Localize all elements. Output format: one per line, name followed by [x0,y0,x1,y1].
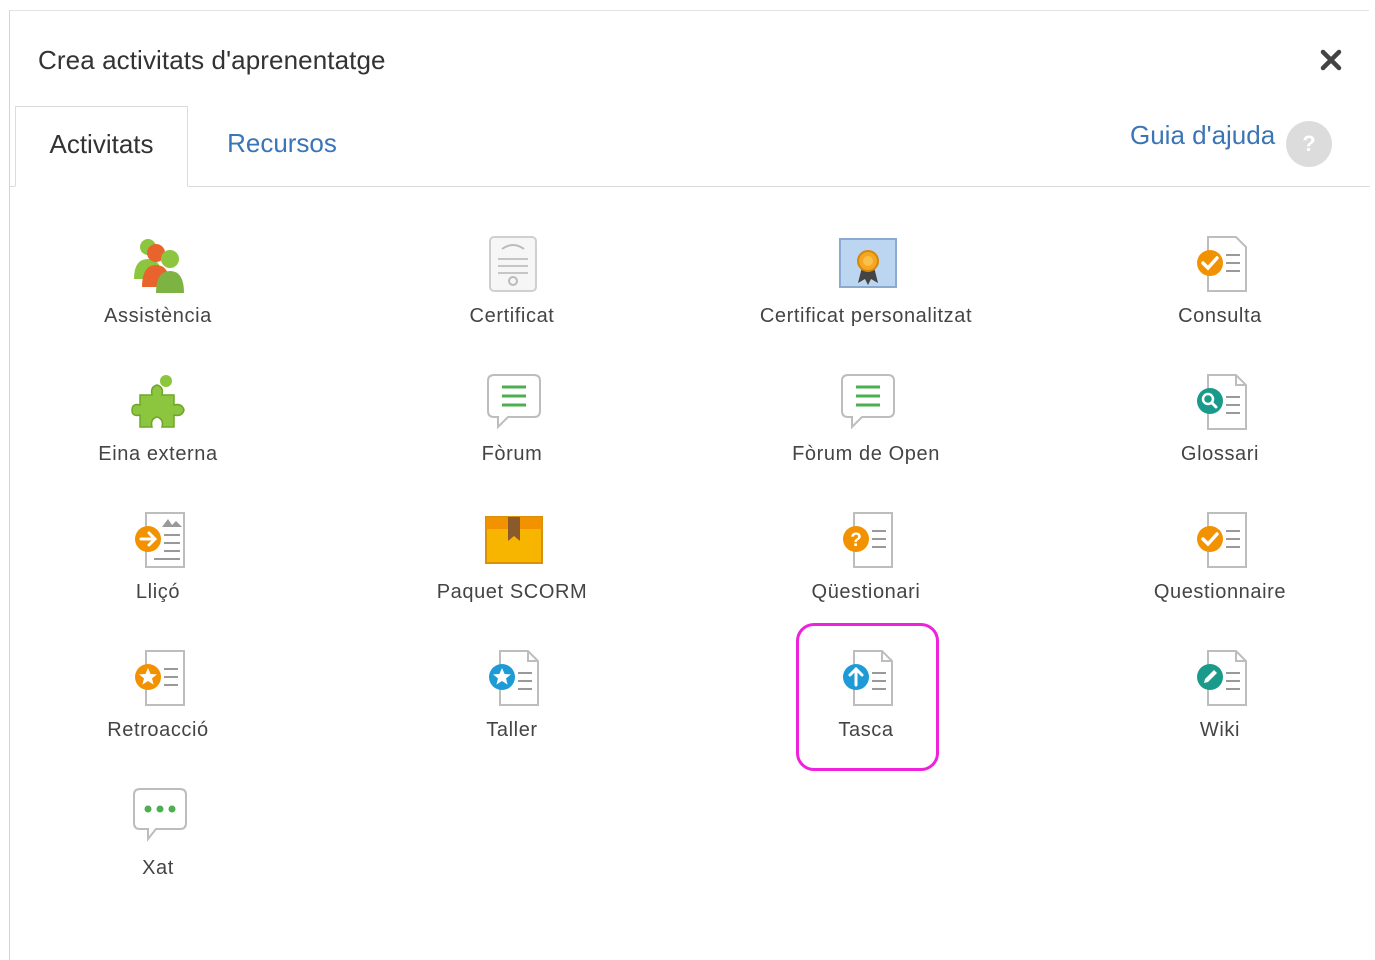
svg-text:?: ? [850,530,862,551]
activity-label: Assistència [104,305,212,327]
external-tool-icon [130,371,190,433]
activity-label: Lliçó [135,581,181,603]
tab-bar: Activitats Recursos Guia d'ajuda ? [10,106,1370,187]
feedback-icon [130,647,190,709]
activity-questionari[interactable]: ? Qüestionari [726,509,1006,639]
attendance-icon [130,233,190,295]
activity-label: Fòrum de Open [792,443,940,465]
activity-xat[interactable]: Xat [18,785,298,915]
activity-eina-externa[interactable]: Eina externa [18,371,298,501]
custom-certificate-icon [838,233,898,295]
glossary-icon [1192,371,1252,433]
activity-label: Questionnaire [1153,581,1287,603]
activity-questionnaire[interactable]: Questionnaire [1080,509,1360,639]
activity-label: Fòrum [481,443,543,465]
tab-recursos[interactable]: Recursos [208,106,356,186]
forum-icon [484,371,544,433]
lesson-icon [130,509,190,571]
activity-consulta[interactable]: Consulta [1080,233,1360,363]
open-forum-icon [838,371,898,433]
dialog-title: Crea activitats d'aprenentatge [38,45,386,75]
activity-forum[interactable]: Fòrum [372,371,652,501]
activity-assistencia[interactable]: Assistència [18,233,298,363]
activity-label: Paquet SCORM [436,581,588,603]
help-icon[interactable]: ? [1286,121,1332,167]
activity-label: Eina externa [98,443,218,465]
scorm-package-icon [484,509,544,571]
quiz-icon: ? [838,509,898,571]
activity-retroaccio[interactable]: Retroacció [18,647,298,777]
questionnaire-icon [1192,509,1252,571]
activity-wiki[interactable]: Wiki [1080,647,1360,777]
activity-label: Certificat personalitzat [759,305,973,327]
activity-label: Qüestionari [811,581,921,603]
activity-label: Retroacció [107,719,209,741]
activity-taller[interactable]: Taller [372,647,652,777]
selection-highlight [796,623,939,771]
activity-certificat-personalitzat[interactable]: Certificat personalitzat [726,233,1006,363]
activity-paquet-scorm[interactable]: Paquet SCORM [372,509,652,639]
activity-glossari[interactable]: Glossari [1080,371,1360,501]
wiki-icon [1192,647,1252,709]
activity-llico[interactable]: Lliçó [18,509,298,639]
activity-label: Consulta [1178,305,1262,327]
activity-label: Xat [142,857,174,879]
activity-certificat[interactable]: Certificat [372,233,652,363]
close-icon[interactable] [1316,45,1346,75]
help-guide-link[interactable]: Guia d'ajuda [1130,120,1275,151]
choice-icon [1192,233,1252,295]
activity-label: Glossari [1180,443,1260,465]
activity-label: Wiki [1199,719,1241,741]
chat-icon [130,785,190,847]
tab-activitats[interactable]: Activitats [15,106,188,187]
workshop-icon [484,647,544,709]
activity-forum-de-open[interactable]: Fòrum de Open [726,371,1006,501]
activity-label: Certificat [469,305,555,327]
activity-label: Taller [486,719,538,741]
certificate-icon [484,233,544,295]
